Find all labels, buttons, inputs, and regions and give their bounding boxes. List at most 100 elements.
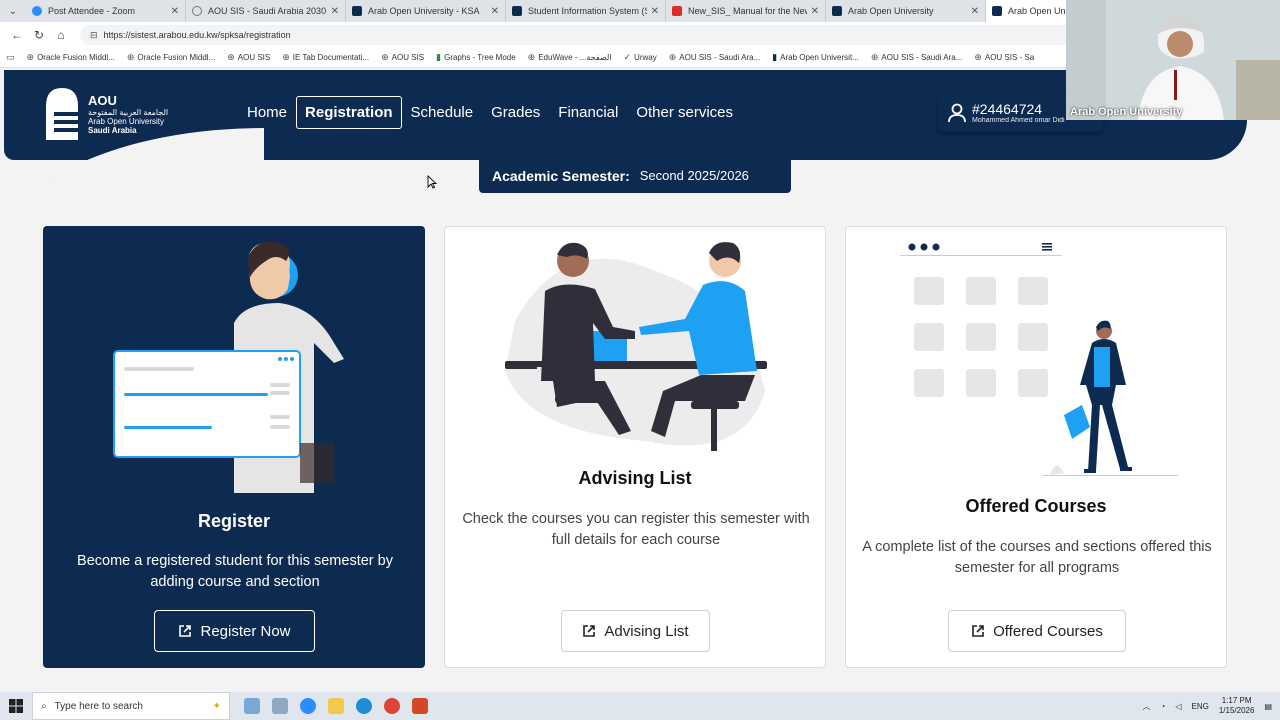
logo-abbr: AOU (88, 93, 117, 108)
browser-tab[interactable]: Arab Open University - KSA ✕ (346, 0, 506, 22)
bookmark-item[interactable]: ✓ Urway (624, 52, 657, 63)
bookmark-item[interactable]: ⊕ Oracle Fusion Middl... (27, 52, 115, 63)
student-name: Mohammed Ahmed omar Didi (972, 116, 1065, 124)
taskbar-search-placeholder: Type here to search (54, 700, 143, 712)
mouse-cursor-icon (427, 175, 437, 189)
external-link-icon (972, 625, 984, 637)
home-icon[interactable]: ⌂ (50, 28, 72, 42)
close-icon[interactable]: ✕ (171, 6, 179, 17)
browser-tab[interactable]: Post Attendee - Zoom ✕ (26, 0, 186, 22)
register-now-button[interactable]: Register Now (154, 610, 315, 652)
main-nav: Home Registration Schedule Grades Financ… (238, 96, 742, 129)
offered-courses-button[interactable]: Offered Courses (948, 610, 1126, 652)
browser-tab[interactable]: Student Information System (SIS) ✕ (506, 0, 666, 22)
tab-title: Arab Open University - KSA (368, 6, 480, 16)
semester-value: Second 2025/2026 (639, 168, 749, 183)
aou-favicon-icon (832, 6, 842, 16)
advising-list-description: Check the courses you can register this … (462, 511, 810, 548)
taskbar-search-input[interactable]: ⌕ Type here to search ✦ (32, 692, 230, 720)
tab-title: AOU SIS - Saudi Arabia 2030 (208, 6, 327, 16)
aou-logo[interactable]: AOU الجامعة العربية المفتوحة Arab Open U… (44, 86, 168, 142)
bookmark-item[interactable]: ⊕ AOU SIS - Sa (974, 52, 1034, 63)
tab-search-icon[interactable]: ⌄ (0, 0, 26, 22)
bookmark-item[interactable]: ⊕ EduWave - ...الصفحة (528, 52, 612, 63)
network-icon[interactable]: ◔ (1161, 702, 1166, 711)
tab-title: Arab Open University (848, 6, 934, 16)
globe-icon: ⊕ (527, 52, 536, 62)
clock-time: 1:17 PM (1221, 696, 1252, 705)
bookmark-item[interactable]: ▮ Arab Open Universit... (772, 52, 859, 63)
advising-illustration (505, 242, 767, 451)
zoom-video-overlay[interactable] (1066, 0, 1280, 120)
url-text: https://sistest.arabou.edu.kw/spksa/regi… (103, 30, 291, 40)
url-field[interactable]: ⊟ https://sistest.arabou.edu.kw/spksa/re… (80, 25, 1224, 45)
register-description: Become a registered student for this sem… (77, 553, 393, 590)
close-icon[interactable]: ✕ (651, 6, 659, 17)
register-title: Register (197, 511, 271, 531)
bookmark-item[interactable]: ⊕ IE Tab Documentati... (282, 52, 369, 63)
chevron-up-icon[interactable]: ︿ (1143, 701, 1151, 712)
speaker-icon[interactable]: ◁ (1175, 702, 1181, 711)
zoom-taskbar-icon[interactable] (294, 692, 322, 720)
windows-start-icon[interactable] (0, 692, 32, 720)
clock-date: 1/15/2026 (1218, 706, 1255, 715)
external-link-icon (583, 625, 596, 637)
bookmark-item[interactable]: ⊕ AOU SIS - Saudi Ara... (669, 52, 760, 63)
close-icon[interactable]: ✕ (331, 6, 339, 17)
tab-title: Post Attendee - Zoom (48, 6, 136, 16)
globe-icon: ⊕ (668, 52, 677, 62)
registration-page: AOU الجامعة العربية المفتوحة Arab Open U… (0, 68, 1280, 692)
bookmark-item[interactable]: ▮ Graphs - Tree Mode (436, 52, 516, 63)
video-participant-name: Arab Open University (1070, 106, 1183, 118)
file-app-icon[interactable] (266, 692, 294, 720)
notification-icon[interactable]: ▤ (1264, 702, 1272, 711)
file-explorer-icon[interactable] (322, 692, 350, 720)
offered-courses-description: A complete list of the courses and secti… (862, 539, 1212, 576)
back-arrow-icon[interactable]: ← (6, 28, 28, 42)
user-icon (948, 103, 966, 123)
taskbar-clock[interactable]: 1:17 PM 1/15/2026 (1219, 696, 1255, 716)
nav-other-services[interactable]: Other services (627, 96, 742, 129)
tab-title: New_SIS_ Manual for the New St... (688, 6, 807, 16)
bookmarks-menu-icon[interactable]: ▭ (6, 52, 15, 63)
offered-courses-card: Offered Courses A complete list of the c… (845, 226, 1227, 668)
nav-financial[interactable]: Financial (549, 96, 627, 129)
globe-icon: ⊕ (870, 52, 879, 62)
close-icon[interactable]: ✕ (491, 6, 499, 17)
nav-home[interactable]: Home (238, 96, 296, 129)
search-icon: ⌕ (41, 700, 47, 712)
logo-region: Saudi Arabia (88, 126, 137, 135)
aou-favicon-icon: ▮ (772, 52, 778, 62)
nav-schedule[interactable]: Schedule (402, 96, 483, 129)
globe-icon: ⊕ (974, 52, 982, 62)
nav-grades[interactable]: Grades (482, 96, 549, 129)
globe-icon: ⊕ (381, 52, 389, 62)
chrome-browser-icon[interactable] (378, 692, 406, 720)
speaker-video (1066, 0, 1280, 120)
logo-english: Arab Open University (88, 117, 165, 126)
student-id: #24464724 (972, 100, 1043, 117)
bookmark-item[interactable]: ⊕ Oracle Fusion Middl... (127, 52, 215, 63)
close-icon[interactable]: ✕ (971, 6, 979, 17)
logo-arabic: الجامعة العربية المفتوحة (88, 108, 169, 117)
powerpoint-icon[interactable] (406, 692, 434, 720)
close-icon[interactable]: ✕ (811, 6, 819, 17)
bookmark-item[interactable]: ⊕ AOU SIS - Saudi Ara... (871, 52, 962, 63)
advising-list-title: Advising List (578, 468, 692, 488)
academic-semester-banner: Academic Semester: Second 2025/2026 (479, 158, 791, 193)
advising-list-button-label: Advising List (604, 622, 689, 640)
register-now-label: Register Now (200, 622, 291, 640)
system-tray: ︿ ◔ ◁ ENG 1:17 PM 1/15/2026 ▤ (1143, 692, 1273, 720)
bookmark-item[interactable]: ⊕ AOU SIS (381, 52, 424, 63)
task-view-icon[interactable] (238, 692, 266, 720)
reload-icon[interactable]: ↻ (28, 28, 50, 42)
browser-tab[interactable]: New_SIS_ Manual for the New St... ✕ (666, 0, 826, 22)
browser-tab[interactable]: Arab Open University ✕ (826, 0, 986, 22)
edge-browser-icon[interactable] (350, 692, 378, 720)
bookmark-item[interactable]: ⊕ AOU SIS (227, 52, 270, 63)
browser-tab[interactable]: AOU SIS - Saudi Arabia 2030 ✕ (186, 0, 346, 22)
language-indicator[interactable]: ENG (1192, 702, 1209, 711)
external-link-icon (179, 625, 192, 637)
nav-registration[interactable]: Registration (296, 96, 402, 129)
advising-list-button[interactable]: Advising List (561, 610, 710, 652)
